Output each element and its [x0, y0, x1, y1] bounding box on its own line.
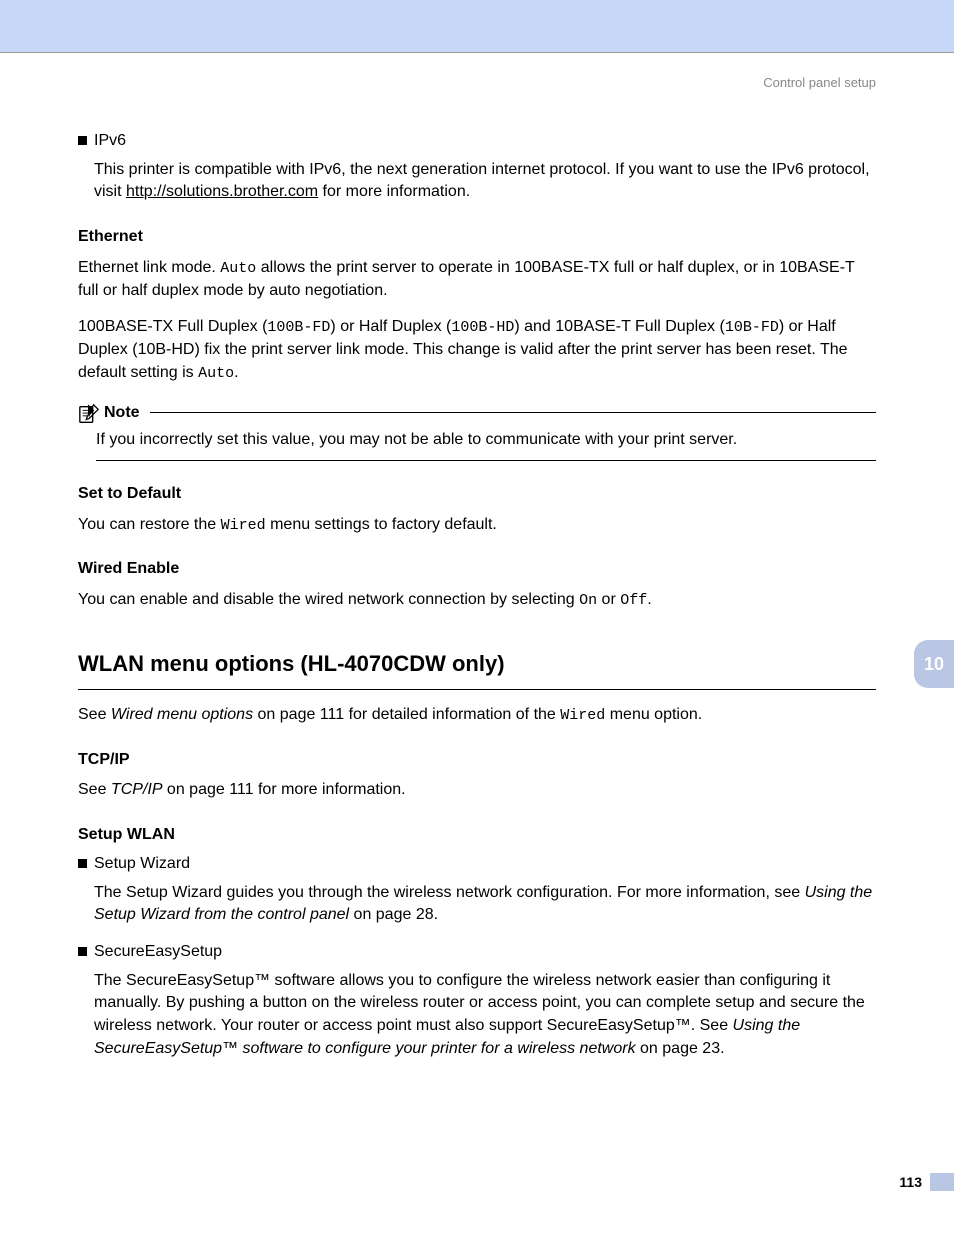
wired-enable-heading: Wired Enable: [78, 558, 876, 581]
bullet-setup-wizard-label: Setup Wizard: [94, 853, 876, 876]
page-footer: 113: [899, 1173, 954, 1191]
wired-enable-off: Off: [620, 592, 647, 609]
bullet-ipv6-label: IPv6: [94, 130, 876, 153]
top-banner: [0, 0, 954, 52]
ethernet-heading: Ethernet: [78, 226, 876, 249]
note-pencil-icon: [78, 403, 100, 425]
setup-wizard-pre: The Setup Wizard guides you through the …: [94, 884, 805, 901]
setup-wizard-body: The Setup Wizard guides you through the …: [94, 882, 876, 927]
wlan-intro: See Wired menu options on page 111 for d…: [78, 704, 876, 727]
wlan-intro-mid: on page 111 for detailed information of …: [253, 706, 560, 723]
ethernet-p2-c: ) and 10BASE-T Full Duplex (: [514, 318, 724, 335]
set-default-post: menu settings to factory default.: [266, 516, 497, 533]
note-header: Note: [78, 402, 876, 425]
tcpip-heading: TCP/IP: [78, 749, 876, 772]
bullet-setup-wizard: Setup Wizard: [78, 853, 876, 876]
note-block: Note If you incorrectly set this value, …: [78, 402, 876, 460]
page-content: IPv6 This printer is compatible with IPv…: [0, 90, 954, 1061]
ethernet-p2-10fd: 10B-FD: [725, 319, 779, 336]
bullet-secureeasysetup-label: SecureEasySetup: [94, 941, 876, 964]
wlan-title-rule: [78, 689, 876, 690]
tcpip-post: on page 111 for more information.: [162, 781, 405, 798]
note-header-rule: [150, 412, 876, 413]
tcpip-em: TCP/IP: [111, 781, 163, 798]
note-body: If you incorrectly set this value, you m…: [96, 429, 876, 461]
wlan-intro-em: Wired menu options: [111, 706, 253, 723]
ipv6-link[interactable]: http://solutions.brother.com: [126, 183, 318, 200]
tcpip-pre: See: [78, 781, 111, 798]
ethernet-p2-auto: Auto: [198, 365, 234, 382]
ethernet-p2-b: ) or Half Duplex (: [330, 318, 451, 335]
bullet-secureeasysetup: SecureEasySetup: [78, 941, 876, 964]
ethernet-p2-100fd: 100B-FD: [267, 319, 330, 336]
footer-accent-bar: [930, 1173, 954, 1191]
ethernet-p2-a: 100BASE-TX Full Duplex (: [78, 318, 267, 335]
set-default-body: You can restore the Wired menu settings …: [78, 514, 876, 537]
ethernet-p1-pre: Ethernet link mode.: [78, 259, 220, 276]
square-bullet-icon: [78, 947, 87, 956]
ethernet-p1: Ethernet link mode. Auto allows the prin…: [78, 257, 876, 302]
ethernet-p2-100hd: 100B-HD: [451, 319, 514, 336]
square-bullet-icon: [78, 859, 87, 868]
chapter-side-tab: 10: [914, 640, 954, 688]
wlan-intro-mono: Wired: [560, 707, 605, 724]
ethernet-p1-auto: Auto: [220, 260, 256, 277]
ethernet-p2: 100BASE-TX Full Duplex (100B-FD) or Half…: [78, 316, 876, 384]
wired-enable-mid: or: [597, 591, 620, 608]
ipv6-body: This printer is compatible with IPv6, th…: [94, 159, 876, 204]
wired-enable-pre: You can enable and disable the wired net…: [78, 591, 579, 608]
wlan-title: WLAN menu options (HL-4070CDW only): [78, 648, 876, 679]
ipv6-body-post: for more information.: [318, 183, 470, 200]
wlan-intro-pre: See: [78, 706, 111, 723]
wlan-intro-post: menu option.: [605, 706, 702, 723]
secureeasysetup-body: The SecureEasySetup™ software allows you…: [94, 970, 876, 1061]
setup-wlan-heading: Setup WLAN: [78, 824, 876, 847]
section-header-label: Control panel setup: [0, 53, 954, 90]
setup-wizard-post: on page 28.: [349, 906, 438, 923]
ethernet-p2-e: .: [234, 364, 238, 381]
set-default-pre: You can restore the: [78, 516, 221, 533]
wired-enable-body: You can enable and disable the wired net…: [78, 589, 876, 612]
note-label: Note: [104, 402, 140, 425]
wired-enable-on: On: [579, 592, 597, 609]
ses-post: on page 23.: [636, 1040, 725, 1057]
tcpip-body: See TCP/IP on page 111 for more informat…: [78, 779, 876, 802]
square-bullet-icon: [78, 136, 87, 145]
set-default-heading: Set to Default: [78, 483, 876, 506]
wired-enable-post: .: [647, 591, 651, 608]
bullet-ipv6: IPv6: [78, 130, 876, 153]
set-default-mono: Wired: [221, 517, 266, 534]
page-number: 113: [899, 1174, 930, 1190]
